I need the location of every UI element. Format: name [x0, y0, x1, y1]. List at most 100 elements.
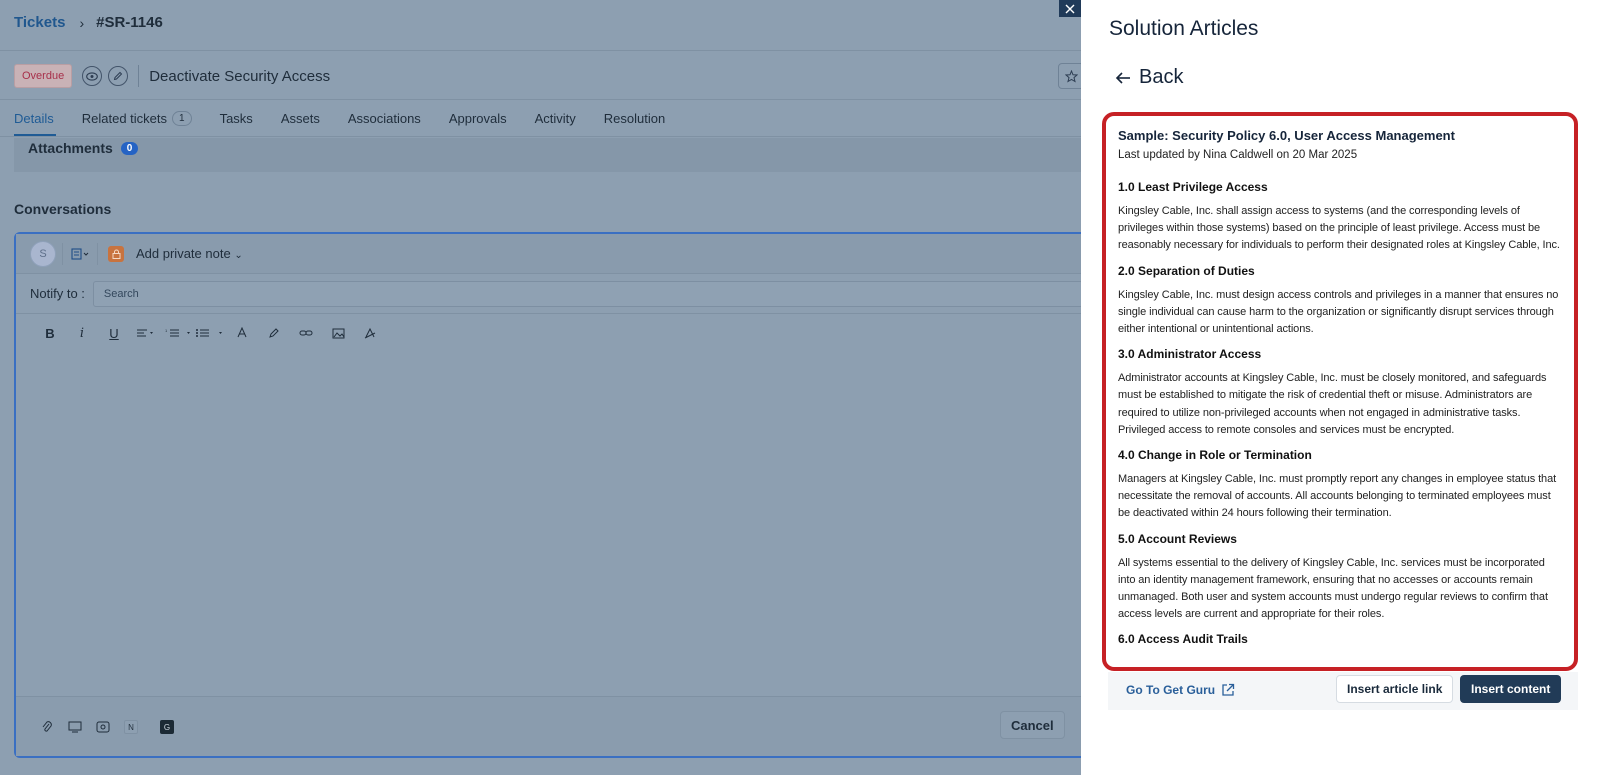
article-title: Sample: Security Policy 6.0, User Access…	[1118, 128, 1455, 143]
divider	[0, 99, 1081, 100]
divider	[97, 242, 98, 265]
panel-footer: Go To Get Guru Insert article link Inser…	[1108, 672, 1578, 710]
tab-label: Activity	[534, 111, 576, 126]
back-label: Back	[1139, 66, 1184, 88]
formatting-toolbar: B i U 1	[34, 322, 386, 344]
image-icon[interactable]	[322, 322, 354, 344]
arrow-left-icon	[1115, 71, 1130, 84]
conversations-heading: Conversations	[14, 201, 112, 217]
link-icon[interactable]	[290, 322, 322, 344]
attachments-band	[14, 138, 1081, 172]
notify-label: Notify to :	[30, 286, 85, 301]
tab-related-tickets[interactable]: Related tickets 1	[82, 111, 192, 126]
attachments-section[interactable]: Attachments 0	[28, 140, 139, 156]
tab-associations[interactable]: Associations	[348, 111, 421, 126]
attachments-label: Attachments	[28, 140, 113, 156]
section-body: Administrator accounts at Kingsley Cable…	[1118, 372, 1547, 436]
close-panel-button[interactable]	[1059, 0, 1081, 17]
section-body: Managers at Kingsley Cable, Inc. must pr…	[1118, 473, 1557, 520]
tab-details[interactable]: Details	[14, 111, 54, 126]
cancel-button[interactable]: Cancel	[1000, 711, 1065, 739]
section-heading: 4.0 Change in Role or Termination	[1118, 448, 1312, 463]
divider	[138, 65, 140, 87]
avatar[interactable]: S	[30, 240, 56, 267]
bold-icon[interactable]: B	[34, 322, 66, 344]
paperclip-icon[interactable]	[34, 717, 60, 737]
guru-icon[interactable]: G	[154, 717, 180, 737]
reply-editor: S Add private note ⌄ Notify to : Search …	[14, 232, 1081, 758]
italic-icon[interactable]: i	[66, 322, 98, 344]
panel-title: Solution Articles	[1109, 17, 1259, 40]
article-updated: Last updated by Nina Caldwell on 20 Mar …	[1118, 149, 1358, 161]
guru-badge: G	[160, 720, 174, 734]
tab-label: Assets	[280, 111, 320, 126]
tab-tasks[interactable]: Tasks	[220, 111, 253, 126]
breadcrumb-ticket-id: #SR-1146	[96, 14, 163, 31]
section-heading: 2.0 Separation of Duties	[1118, 263, 1255, 278]
chevron-right-icon: ›	[79, 14, 85, 31]
divider	[0, 50, 1081, 51]
note-type-dropdown[interactable]: Add private note ⌄	[136, 246, 243, 261]
chevron-down-icon: ⌄	[234, 250, 243, 261]
tab-activity[interactable]: Activity	[535, 111, 576, 126]
ticket-page-background: Tickets › #SR-1146 Overdue Deactivate Se…	[0, 0, 1081, 775]
tab-label: Approvals	[448, 111, 507, 126]
lock-icon	[108, 245, 124, 262]
clear-format-icon[interactable]	[354, 322, 386, 344]
section-heading: 3.0 Administrator Access	[1118, 347, 1262, 362]
insert-content-button[interactable]: Insert content	[1460, 675, 1562, 703]
tab-label: Details	[14, 111, 54, 126]
star-icon[interactable]	[1058, 63, 1081, 89]
external-link-icon	[1222, 683, 1235, 696]
notion-badge: N	[124, 720, 138, 734]
tab-label: Tasks	[219, 111, 253, 126]
insert-article-link-button[interactable]: Insert article link	[1336, 675, 1454, 703]
solution-article-icon[interactable]	[90, 717, 116, 737]
ticket-title: Deactivate Security Access	[149, 67, 331, 85]
font-color-icon[interactable]	[226, 322, 258, 344]
back-button[interactable]: Back	[1115, 66, 1183, 89]
go-to-guru-link[interactable]: Go To Get Guru	[1126, 683, 1235, 697]
section-heading: 6.0 Access Audit Trails	[1118, 632, 1248, 647]
notion-icon[interactable]: N	[118, 717, 144, 737]
eye-icon[interactable]	[82, 66, 103, 86]
guru-link-label: Go To Get Guru	[1126, 683, 1216, 697]
align-icon[interactable]	[130, 322, 162, 344]
note-type-label: Add private note	[136, 246, 231, 261]
attachments-count: 0	[120, 141, 139, 155]
editor-header: S Add private note ⌄	[16, 234, 1081, 274]
tab-approvals[interactable]: Approvals	[449, 111, 507, 126]
tab-resolution[interactable]: Resolution	[604, 111, 665, 126]
section-heading: 1.0 Least Privilege Access	[1118, 180, 1268, 194]
section-body: Kingsley Cable, Inc. must design access …	[1118, 288, 1559, 336]
count-badge: 1	[172, 111, 192, 126]
article-preview: Sample: Security Policy 6.0, User Access…	[1102, 112, 1578, 671]
highlight-icon[interactable]	[258, 322, 290, 344]
breadcrumb: Tickets › #SR-1146	[14, 14, 163, 31]
status-badge: Overdue	[14, 64, 73, 88]
editor-footer-icons: N G	[34, 717, 182, 737]
breadcrumb-tickets-link[interactable]: Tickets	[14, 14, 65, 31]
tab-assets[interactable]: Assets	[281, 111, 320, 126]
divider	[62, 242, 63, 265]
tab-label: Related tickets	[81, 111, 168, 126]
numbered-list-icon[interactable]: 1	[162, 322, 194, 344]
tab-label: Resolution	[603, 111, 666, 126]
solution-articles-panel: Solution Articles Back Sample: Security …	[1081, 0, 1600, 775]
bullet-list-icon[interactable]	[194, 322, 226, 344]
svg-text:1: 1	[165, 328, 168, 333]
editor-footer: N G Cancel	[16, 696, 1081, 756]
template-icon[interactable]	[71, 247, 89, 260]
section-body: Kingsley Cable, Inc. shall assign access…	[1118, 205, 1560, 252]
notify-search-input[interactable]: Search	[92, 280, 1081, 307]
ticket-header: Overdue Deactivate Security Access	[14, 64, 330, 88]
tab-label: Associations	[347, 111, 421, 126]
underline-icon[interactable]: U	[98, 322, 130, 344]
edit-pencil-icon[interactable]	[108, 66, 129, 86]
section-heading: 5.0 Account Reviews	[1118, 531, 1237, 546]
close-icon	[1065, 4, 1075, 13]
notify-row: Notify to : Search	[16, 274, 1081, 314]
canned-response-icon[interactable]	[62, 717, 88, 737]
ticket-tabs: Details Related tickets 1 Tasks Assets As…	[14, 111, 693, 126]
section-body: All systems essential to the delivery of…	[1118, 556, 1548, 621]
